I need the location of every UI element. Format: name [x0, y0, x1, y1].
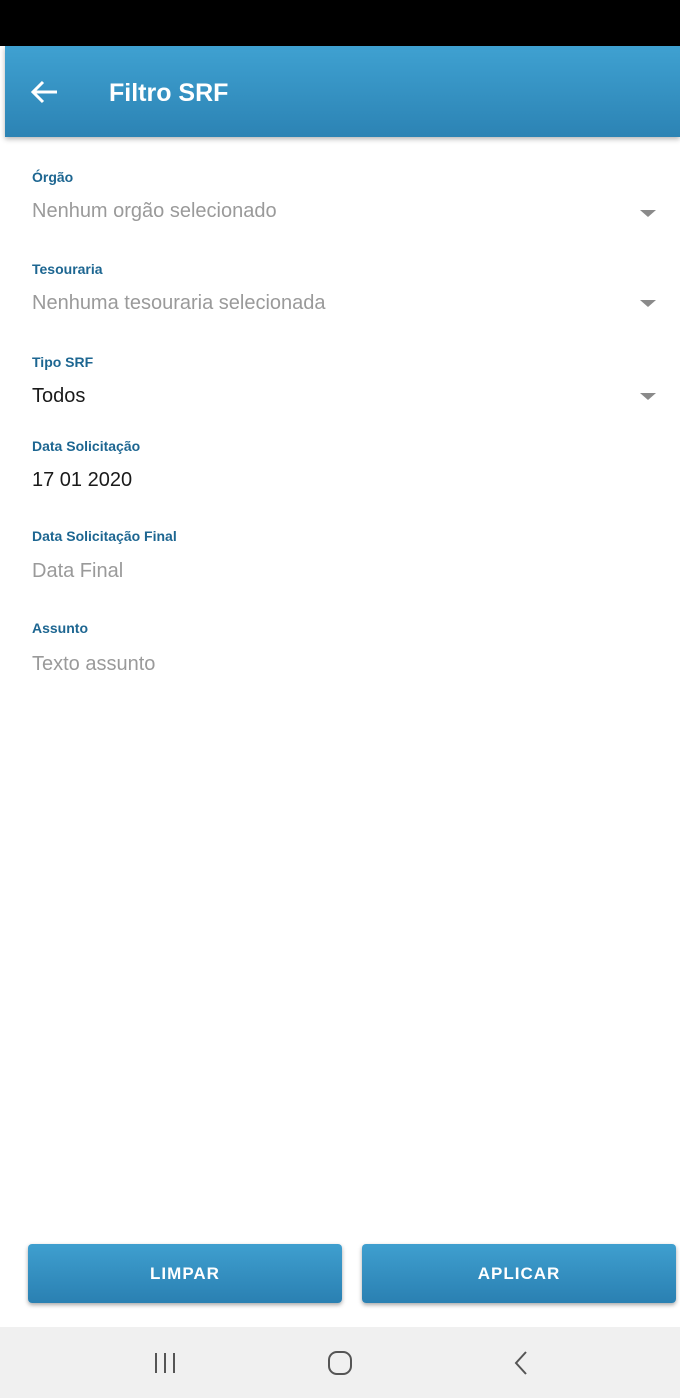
tipo-srf-label: Tipo SRF — [32, 354, 94, 370]
data-solicitacao-label: Data Solicitação — [32, 438, 141, 454]
arrow-left-icon[interactable] — [27, 74, 63, 110]
recent-apps-icon[interactable] — [147, 1347, 183, 1379]
apply-button[interactable]: APLICAR — [362, 1244, 676, 1303]
data-solicitacao-final-field[interactable]: Data Solicitação Final Data Final — [32, 526, 660, 585]
orgao-value: Nenhum orgão selecionado — [32, 200, 277, 222]
status-bar — [0, 0, 680, 46]
dropdown-arrow-icon — [640, 393, 656, 400]
tipo-srf-value: Todos — [32, 385, 86, 407]
dropdown-arrow-icon — [640, 210, 656, 217]
tesouraria-value: Nenhuma tesouraria selecionada — [32, 292, 326, 314]
tesouraria-dropdown[interactable]: Tesouraria Nenhuma tesouraria selecionad… — [32, 259, 660, 317]
page-title: Filtro SRF — [109, 79, 229, 107]
home-icon[interactable] — [322, 1347, 358, 1379]
clear-button[interactable]: LIMPAR — [28, 1244, 342, 1303]
back-chevron-icon[interactable] — [504, 1347, 540, 1379]
dropdown-arrow-icon — [640, 300, 656, 307]
data-solicitacao-final-label: Data Solicitação Final — [32, 528, 177, 544]
data-solicitacao-field[interactable]: Data Solicitação 17 01 2020 — [32, 436, 660, 494]
system-nav-bar — [0, 1327, 680, 1398]
tesouraria-label: Tesouraria — [32, 261, 103, 277]
orgao-label: Órgão — [32, 169, 74, 185]
orgao-dropdown[interactable]: Órgão Nenhum orgão selecionado — [32, 167, 660, 225]
assunto-field[interactable]: Assunto Texto assunto — [32, 618, 660, 678]
data-solicitacao-final-input: Data Final — [32, 560, 124, 582]
assunto-input: Texto assunto — [32, 653, 156, 675]
tipo-srf-dropdown[interactable]: Tipo SRF Todos — [32, 352, 660, 410]
assunto-label: Assunto — [32, 620, 88, 636]
app-bar: Filtro SRF — [5, 46, 680, 137]
data-solicitacao-value: 17 01 2020 — [32, 469, 133, 491]
